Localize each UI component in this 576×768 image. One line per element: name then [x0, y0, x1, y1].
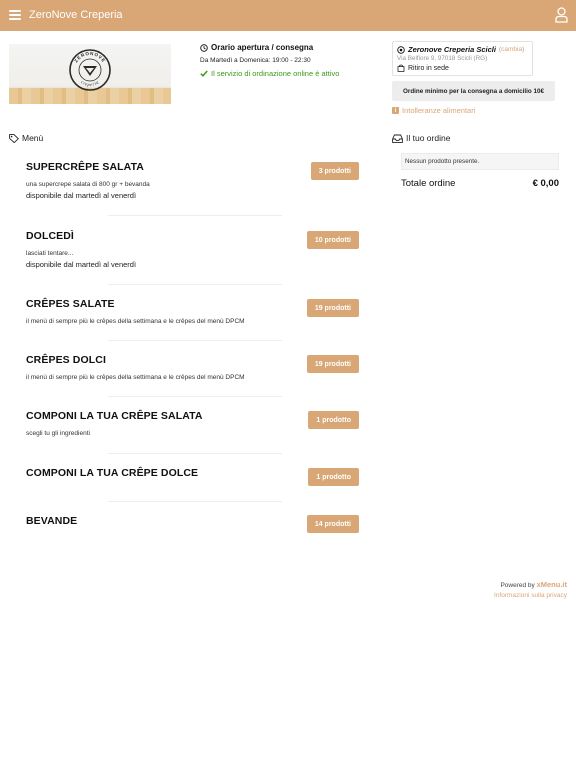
info-icon: i	[392, 107, 399, 114]
divider	[108, 215, 282, 216]
top-bar: ZeroNove Creperia	[0, 0, 576, 31]
category-count-button[interactable]: 3 prodotti	[310, 162, 359, 180]
category-crepes-dolci[interactable]: CRÊPES DOLCI il menù di sempre più le cr…	[26, 354, 359, 381]
category-count-button[interactable]: 1 prodotto	[308, 468, 359, 486]
footer: Powered by xMenu.it Informazioni sulla p…	[494, 580, 567, 599]
min-order-notice: Ordine minimo per la consegna a domicili…	[392, 81, 555, 101]
intolerances-label: Intolleranze alimentari	[402, 106, 476, 115]
category-description: scegli tu gli ingredienti	[26, 430, 90, 437]
divider	[108, 396, 282, 397]
category-description: il menù di sempre più le crêpes della se…	[26, 318, 245, 325]
category-componi-dolce[interactable]: COMPONI LA TUA CRÊPE DOLCE 1 prodotto	[26, 467, 359, 486]
store-address: Via Belfiore 9, 97018 Scicli (RG)	[397, 55, 488, 62]
divider	[108, 284, 282, 285]
category-supercrepe-salata[interactable]: SUPERCRÊPE SALATA una supercrepe salata …	[26, 161, 359, 200]
logo-bottom-text: creperia	[80, 79, 99, 87]
intolerances-link[interactable]: i Intolleranze alimentari	[392, 106, 475, 115]
clock-icon	[200, 43, 208, 52]
category-count-button[interactable]: 14 prodotti	[306, 515, 359, 533]
divider	[108, 501, 282, 502]
store-selector: Zeronove Creperia Scicli (cambia) Via Be…	[392, 41, 533, 76]
divider	[108, 453, 282, 454]
category-count-button[interactable]: 10 prodotti	[306, 231, 359, 249]
category-description: lasciati tentare...	[26, 250, 74, 257]
category-crepes-salate[interactable]: CRÊPES SALATE il menù di sempre più le c…	[26, 298, 359, 325]
category-description: una supercrepe salata di 800 gr + bevand…	[26, 181, 150, 188]
location-target-icon	[397, 45, 405, 54]
powered-by-label: Powered by	[500, 582, 535, 589]
online-status: Il servizio di ordinazione online è atti…	[211, 69, 340, 78]
menu-title: Menù	[22, 133, 44, 143]
category-name: SUPERCRÊPE SALATA	[26, 161, 144, 173]
pickup-label: Ritiro in sede	[408, 64, 449, 72]
order-total-row: Totale ordine € 0,00	[401, 178, 559, 189]
svg-text:creperia: creperia	[80, 79, 100, 87]
inbox-icon	[392, 134, 403, 143]
check-icon	[200, 70, 208, 77]
xmenu-brand-link[interactable]: xMenu.it	[537, 580, 567, 589]
change-store-link[interactable]: cambia	[501, 46, 522, 53]
store-logo-image: ZERONOVE creperia	[9, 44, 171, 104]
zeronove-logo: ZERONOVE creperia	[69, 49, 111, 91]
privacy-link[interactable]: Informazioni sulla privacy	[494, 592, 567, 599]
order-total-label: Totale ordine	[401, 178, 456, 189]
tag-icon	[9, 133, 19, 143]
category-count-button[interactable]: 1 prodotto	[308, 411, 359, 429]
order-total-value: € 0,00	[532, 178, 559, 189]
category-count-button[interactable]: 19 prodotti	[306, 299, 359, 317]
category-availability: disponibile dal martedì al venerdì	[26, 191, 137, 200]
cart-empty-message: Nessun prodotto presente.	[401, 153, 559, 170]
hours-title: Orario apertura / consegna	[211, 43, 314, 52]
category-availability: disponibile dal martedì al venerdì	[26, 260, 137, 269]
divider	[108, 340, 282, 341]
pickup-option[interactable]: Ritiro in sede	[397, 64, 528, 72]
user-icon[interactable]	[555, 7, 568, 23]
order-heading: Il tuo ordine	[392, 133, 450, 143]
hours-schedule: Da Martedì a Domenica: 19:00 - 22:30	[200, 57, 311, 64]
category-dolcedi[interactable]: DOLCEDÌ lasciati tentare... disponibile …	[26, 230, 359, 269]
app-title[interactable]: ZeroNove Creperia	[29, 9, 123, 21]
menu-heading: Menù	[9, 133, 43, 143]
category-componi-salata[interactable]: COMPONI LA TUA CRÊPE SALATA scegli tu gl…	[26, 410, 359, 437]
category-description: il menù di sempre più le crêpes della se…	[26, 374, 245, 381]
category-bevande[interactable]: BEVANDE 14 prodotti	[26, 515, 359, 533]
opening-hours: Orario apertura / consegna Da Martedì a …	[200, 43, 380, 78]
bag-icon	[397, 64, 405, 72]
store-name: Zeronove Creperia Scicli	[408, 45, 496, 54]
hamburger-menu-icon[interactable]	[9, 10, 21, 20]
category-count-button[interactable]: 19 prodotti	[306, 355, 359, 373]
order-title: Il tuo ordine	[406, 133, 451, 143]
